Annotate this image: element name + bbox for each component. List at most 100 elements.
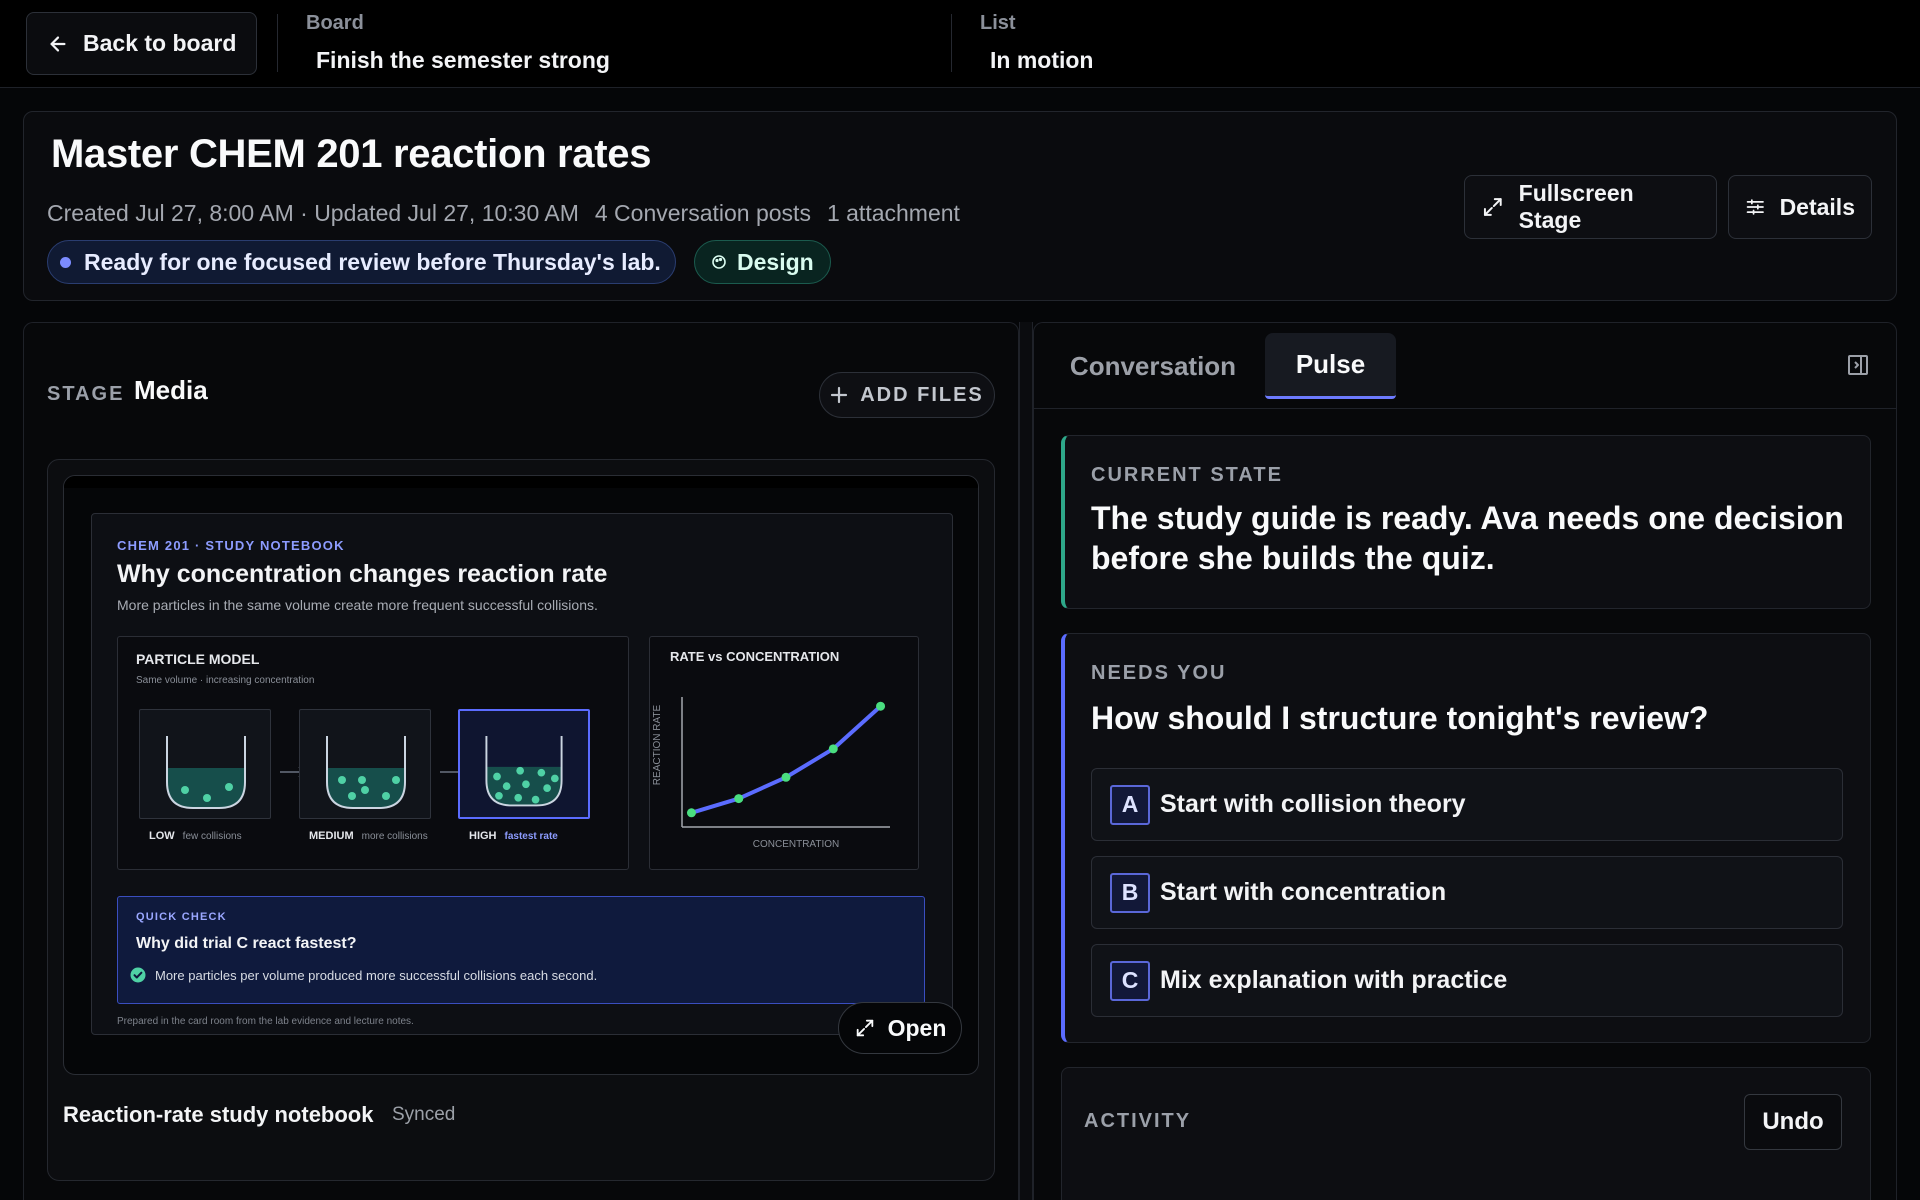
study-notebook-page: CHEM 201 · STUDY NOTEBOOK Why concentrat…	[91, 513, 953, 1035]
status-badge: Ready for one focused review before Thur…	[47, 240, 676, 284]
expand-icon	[1483, 198, 1502, 216]
quick-check-question: Why did trial C react fastest?	[136, 935, 357, 952]
open-button[interactable]: Open	[838, 1002, 962, 1054]
breadcrumb-list[interactable]: List In motion	[980, 12, 1093, 74]
expand-icon	[856, 1019, 873, 1037]
details-button[interactable]: Details	[1728, 175, 1872, 239]
beaker-level: LOW	[149, 830, 175, 842]
collapse-panel-icon[interactable]	[1846, 353, 1870, 382]
notebook-title: Why concentration changes reaction rate	[117, 560, 608, 588]
stage-panel: STAGE Media ADD FILES CHEM 201 · STUDY N…	[23, 322, 1019, 1200]
beaker-high-label: HIGH fastest rate	[469, 830, 558, 842]
current-state-label: CURRENT STATE	[1091, 464, 1283, 486]
beaker-low-icon	[166, 736, 246, 809]
status-dot-icon	[60, 256, 71, 268]
status-text: Ready for one focused review before Thur…	[84, 248, 661, 275]
option-b-button[interactable]: B Start with concentration	[1091, 856, 1843, 929]
chart-point-4	[828, 744, 838, 754]
quick-check-kicker: QUICK CHECK	[136, 911, 227, 923]
tab-conversation[interactable]: Conversation	[1058, 333, 1248, 399]
quick-check-answer: More particles per volume produced more …	[130, 967, 597, 983]
add-files-button[interactable]: ADD FILES	[819, 372, 995, 418]
add-files-label: ADD FILES	[860, 383, 984, 406]
beaker-medium-label: MEDIUM more collisions	[309, 830, 428, 842]
media-card: CHEM 201 · STUDY NOTEBOOK Why concentrat…	[47, 459, 995, 1181]
beaker-low-label: LOW few collisions	[149, 830, 242, 842]
file-name[interactable]: Reaction-rate study notebook	[63, 1102, 373, 1128]
beaker-low	[139, 709, 271, 819]
card-header: Master CHEM 201 reaction rates Created J…	[23, 111, 1897, 301]
notebook-footer: Prepared in the card room from the lab e…	[117, 1016, 414, 1027]
chart-point-3	[781, 772, 791, 782]
option-a-button[interactable]: A Start with collision theory	[1091, 768, 1843, 841]
arrow-left-icon	[50, 35, 66, 52]
list-value: In motion	[990, 47, 1094, 73]
notebook-kicker: CHEM 201 · STUDY NOTEBOOK	[117, 538, 345, 553]
activity-card: ACTIVITY Undo	[1061, 1067, 1871, 1200]
open-label: Open	[887, 1014, 947, 1041]
breadcrumb-board[interactable]: Board Finish the semester strong	[306, 12, 610, 74]
particle-model-subtitle: Same volume · increasing concentration	[136, 675, 315, 686]
stage-media-title: Media	[134, 375, 208, 405]
sliders-icon	[1746, 199, 1764, 215]
tab-pulse[interactable]: Pulse	[1265, 333, 1396, 399]
option-letter: C	[1110, 960, 1150, 1001]
divider	[277, 14, 278, 72]
chart-point-2	[734, 794, 744, 804]
beaker-level: HIGH	[469, 830, 497, 842]
top-bar: Back to board Board Finish the semester …	[0, 0, 1920, 88]
media-preview[interactable]: CHEM 201 · STUDY NOTEBOOK Why concentrat…	[63, 475, 979, 1075]
board-value: Finish the semester strong	[316, 47, 610, 73]
fullscreen-stage-label: Fullscreen Stage	[1518, 180, 1634, 233]
quick-check-answer-text: More particles per volume produced more …	[155, 967, 598, 983]
needs-you-label: NEEDS YOU	[1091, 662, 1227, 684]
page-title: Master CHEM 201 reaction rates	[51, 132, 652, 176]
option-text: Mix explanation with practice	[1160, 966, 1508, 994]
beaker-high	[458, 709, 590, 819]
beaker-medium-icon	[326, 736, 406, 809]
back-to-board-button[interactable]: Back to board	[26, 12, 257, 75]
design-tag[interactable]: Design	[694, 240, 831, 284]
design-tag-label: Design	[737, 248, 814, 275]
beaker-note: more collisions	[361, 831, 428, 842]
rate-chart-box: RATE vs CONCENTRATION REACTION RATE CONC…	[649, 636, 919, 870]
beaker-medium	[299, 709, 431, 819]
rate-vs-concentration-chart: RATE vs CONCENTRATION REACTION RATE CONC…	[652, 649, 890, 850]
board-key: Board	[306, 12, 364, 34]
activity-label: ACTIVITY	[1084, 1110, 1192, 1132]
palette-icon	[712, 255, 726, 269]
beaker-level: MEDIUM	[309, 830, 354, 842]
option-letter: A	[1110, 784, 1150, 825]
posts-count[interactable]: 4 Conversation posts	[595, 200, 811, 226]
particle-model-box: PARTICLE MODEL Same volume · increasing …	[117, 636, 629, 870]
notebook-subtitle: More particles in the same volume create…	[117, 597, 598, 613]
chart-ylabel: REACTION RATE	[652, 704, 663, 785]
plus-icon	[831, 386, 848, 404]
needs-you-card: NEEDS YOU How should I structure tonight…	[1061, 633, 1871, 1043]
option-text: Start with collision theory	[1160, 790, 1466, 818]
option-letter: B	[1110, 872, 1150, 913]
chart-point-5	[876, 701, 886, 711]
fullscreen-stage-button[interactable]: Fullscreen Stage	[1464, 175, 1717, 239]
attachment-count[interactable]: 1 attachment	[827, 200, 960, 226]
file-sync-status: Synced	[392, 1104, 456, 1125]
beaker-high-icon	[485, 736, 563, 807]
panel-resize-handle[interactable]	[1019, 322, 1033, 1200]
needs-you-question: How should I structure tonight's review?	[1091, 700, 1709, 736]
chart-title: RATE vs CONCENTRATION	[670, 649, 839, 664]
chart-series-line	[689, 704, 883, 815]
option-c-button[interactable]: C Mix explanation with practice	[1091, 944, 1843, 1017]
details-label: Details	[1779, 193, 1855, 220]
beaker-note: few collisions	[182, 831, 242, 842]
pulse-panel: Conversation Pulse CURRENT STATE The stu…	[1033, 322, 1897, 1200]
chart-xlabel: CONCENTRATION	[753, 839, 839, 850]
current-state-text: The study guide is ready. Ava needs one …	[1091, 500, 1844, 576]
preview-top-bar	[64, 476, 978, 488]
created-updated-text: Created Jul 27, 8:00 AM · Updated Jul 27…	[47, 200, 579, 226]
undo-button[interactable]: Undo	[1744, 1094, 1842, 1150]
current-state-card: CURRENT STATE The study guide is ready. …	[1061, 435, 1871, 609]
option-text: Start with concentration	[1160, 878, 1447, 906]
list-key: List	[980, 12, 1016, 34]
card-meta: Created Jul 27, 8:00 AM · Updated Jul 27…	[47, 200, 960, 227]
stage-label: STAGE	[47, 383, 125, 405]
